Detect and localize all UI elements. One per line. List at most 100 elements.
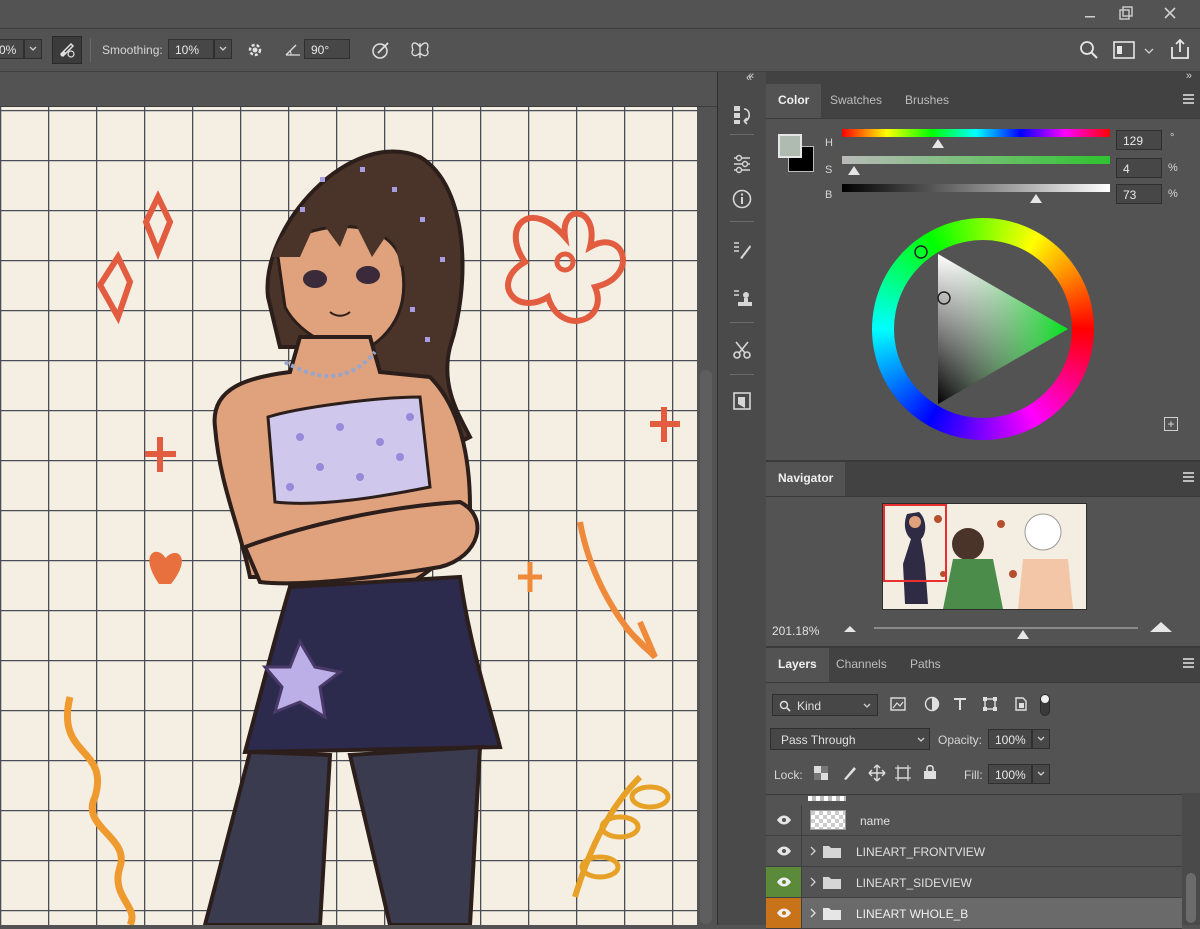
brightness-slider[interactable] [842,184,1110,192]
gear-icon[interactable] [244,39,266,61]
adjustments-icon[interactable] [726,148,758,180]
chevron-down-icon [917,737,925,742]
panel-menu-icon[interactable] [1183,94,1194,106]
saturation-input[interactable]: 4 [1116,158,1162,178]
tab-layers[interactable]: Layers [766,648,829,682]
layers-scrollbar-thumb[interactable] [1186,873,1196,923]
layers-scrollbar[interactable] [1182,793,1200,925]
chevron-right-icon[interactable] [810,877,818,887]
color-triangle[interactable] [872,218,1094,440]
brush-size-field[interactable]: 0% [0,39,24,59]
layer-filter-dropdown[interactable]: Kind [772,694,878,716]
expand-arrows-icon[interactable]: » [1186,70,1192,82]
type-layer-filter-icon[interactable] [952,696,968,712]
navigator-tabs: Navigator [766,462,1200,497]
smoothing-dropdown-button[interactable] [214,39,232,59]
restore-icon[interactable] [1106,0,1146,26]
close-icon[interactable] [1150,0,1190,26]
workspace-icon[interactable] [1112,39,1136,61]
tool-presets-icon[interactable] [726,334,758,366]
divider [730,221,754,222]
navigator-view-box[interactable] [883,504,947,582]
navigator-thumbnail[interactable] [882,503,1087,610]
pressure-opacity-icon[interactable] [52,36,82,64]
fill-label: Fill: [964,768,983,782]
divider [766,794,1200,795]
chevron-down-icon [863,703,871,708]
adjustment-layer-filter-icon[interactable] [924,696,940,712]
share-icon[interactable] [1168,37,1192,61]
zoom-in-icon[interactable] [1150,622,1172,632]
lock-image-pixels-icon[interactable] [842,765,858,781]
pressure-size-icon[interactable] [370,39,392,61]
tab-swatches[interactable]: Swatches [818,84,894,118]
tab-channels[interactable]: Channels [824,648,899,682]
brightness-input[interactable]: 73 [1116,184,1162,204]
minimize-icon[interactable] [1070,0,1110,26]
layer-row[interactable]: LINEART_SIDEVIEW [766,867,1182,898]
eye-icon[interactable] [766,805,802,835]
zoom-slider-thumb[interactable] [1017,630,1029,639]
folder-icon [823,846,841,858]
brush-settings-icon[interactable] [726,234,758,266]
layer-row[interactable]: LINEART_FRONTVIEW [766,836,1182,867]
color-panel: Color Swatches Brushes H 129 ° S 4 % B 7… [766,84,1200,460]
color-panel-tabs: Color Swatches Brushes [766,84,1200,119]
lock-position-icon[interactable] [868,764,886,782]
zoom-slider[interactable] [874,627,1138,629]
brightness-slider-thumb[interactable] [1030,194,1042,203]
angle-input[interactable]: 90° [304,39,350,59]
tab-brushes[interactable]: Brushes [893,84,961,118]
lock-transparent-pixels-icon[interactable] [814,766,828,780]
filter-toggle[interactable] [1040,694,1050,716]
smoothing-input[interactable]: 10% [168,39,214,59]
history-icon[interactable] [726,98,758,130]
foreground-color-swatch[interactable] [778,134,802,158]
chevron-right-icon[interactable] [810,908,818,918]
lock-artboard-icon[interactable] [894,764,912,782]
smart-object-filter-icon[interactable] [1012,696,1028,712]
saturation-slider-thumb[interactable] [848,166,860,175]
layer-row-selected[interactable]: LINEART WHOLE_B [766,898,1182,929]
panel-menu-icon[interactable] [1183,658,1194,670]
opacity-input[interactable]: 100% [988,729,1032,749]
chevron-down-icon[interactable] [1144,45,1154,54]
opacity-dropdown-button[interactable] [1032,729,1050,749]
shape-layer-filter-icon[interactable] [982,696,998,712]
add-swatch-icon[interactable]: + [1164,417,1178,431]
hue-ring-marker[interactable] [914,245,928,259]
eye-icon[interactable] [766,867,802,897]
fill-input[interactable]: 100% [988,764,1032,784]
size-dropdown-button[interactable] [24,39,42,59]
chevron-right-icon[interactable] [810,846,818,856]
hue-input[interactable]: 129 [1116,130,1162,150]
search-icon[interactable] [1078,39,1100,61]
collapse-arrows-icon[interactable]: « [748,70,754,82]
properties-icon[interactable] [726,385,758,417]
clone-source-icon[interactable] [726,282,758,314]
hue-slider[interactable] [842,129,1110,137]
lock-all-icon[interactable] [922,764,938,780]
info-icon[interactable] [726,183,758,215]
tab-color[interactable]: Color [766,84,822,118]
eye-icon[interactable] [766,836,802,866]
canvas-artwork[interactable] [0,107,697,925]
hue-slider-thumb[interactable] [932,139,944,148]
opacity-label: Opacity: [938,733,983,747]
layer-thumbnail [810,810,846,830]
symmetry-butterfly-icon[interactable] [408,39,432,61]
tab-paths[interactable]: Paths [898,648,953,682]
zoom-out-icon[interactable] [844,626,856,632]
saturation-unit: % [1168,162,1178,174]
blend-mode-value: Pass Through [781,733,856,747]
saturation-slider[interactable] [842,156,1110,164]
layer-row[interactable]: name [766,805,1182,836]
blend-mode-dropdown[interactable]: Pass Through [770,728,930,750]
divider [730,322,754,323]
fill-dropdown-button[interactable] [1032,764,1050,784]
pixel-layer-filter-icon[interactable] [890,697,906,711]
tab-navigator[interactable]: Navigator [766,462,846,496]
vertical-scrollbar-thumb[interactable] [700,370,712,924]
panel-menu-icon[interactable] [1183,472,1194,484]
eye-icon[interactable] [766,898,802,928]
